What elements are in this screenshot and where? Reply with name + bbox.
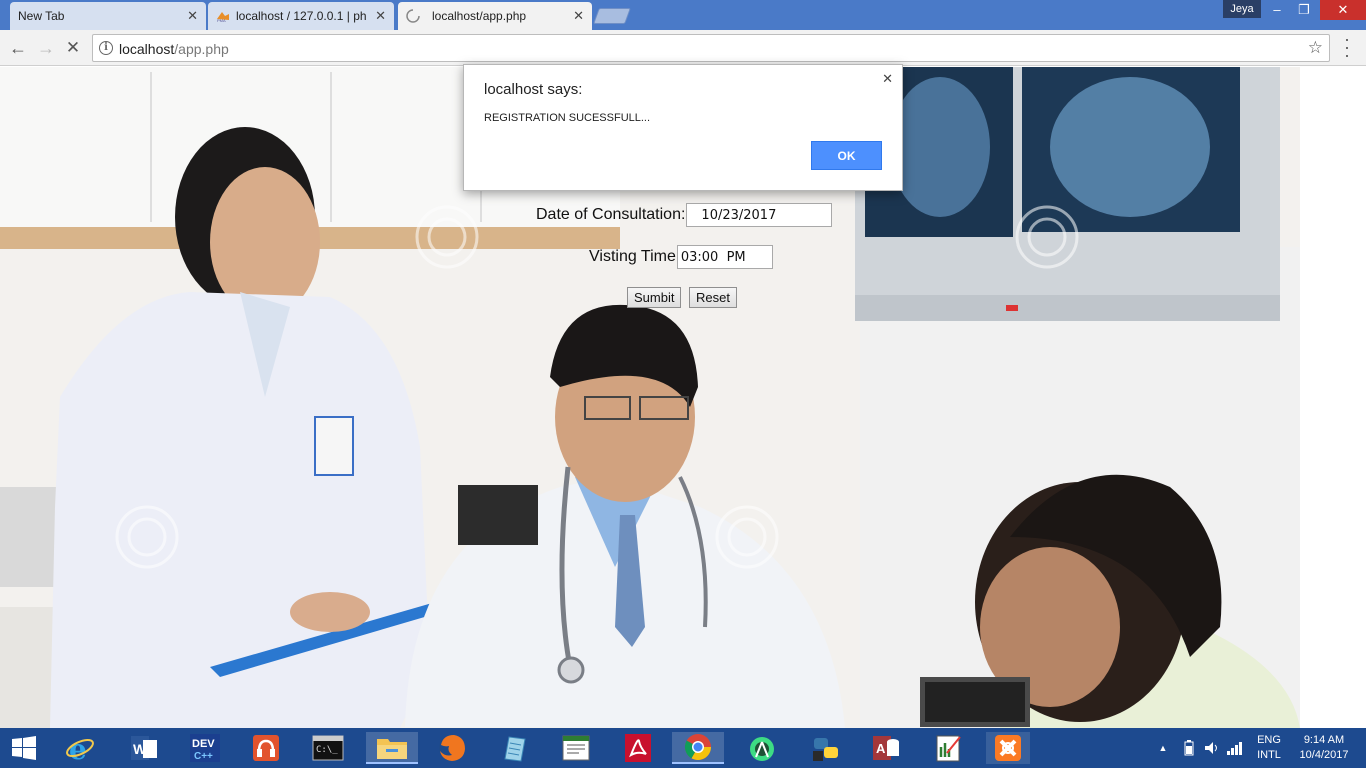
reset-button[interactable]: Reset <box>689 287 737 308</box>
url-path: /app.php <box>174 41 229 57</box>
volume-icon[interactable] <box>1204 728 1220 768</box>
tab-label: localhost/app.php <box>432 9 527 23</box>
tab-label: localhost / 127.0.0.1 | php <box>236 9 366 23</box>
tab-phpmyadmin[interactable]: PMA localhost / 127.0.0.1 | php ✕ <box>208 2 394 30</box>
clock[interactable]: 9:14 AM 10/4/2017 <box>1292 728 1356 768</box>
tab-app-php[interactable]: localhost/app.php ✕ <box>398 2 592 30</box>
back-icon[interactable]: ← <box>6 36 30 60</box>
language-code: ENG <box>1257 734 1281 746</box>
document-viewer-icon[interactable] <box>556 732 596 764</box>
profile-button[interactable]: Jeya <box>1223 0 1261 18</box>
date-of-consultation-input[interactable]: 10/23/2017 <box>686 203 833 227</box>
xampp-icon[interactable] <box>986 732 1030 764</box>
file-explorer-icon[interactable] <box>366 732 418 764</box>
loading-spinner-icon <box>406 9 420 23</box>
close-tab-icon[interactable]: ✕ <box>187 8 198 24</box>
stop-loading-icon[interactable]: ✕ <box>61 36 85 60</box>
svg-text:PMA: PMA <box>217 18 226 23</box>
svg-text:C:\_: C:\_ <box>316 745 338 755</box>
svg-text:C++: C++ <box>194 751 213 762</box>
date-value: 10/23/2017 <box>701 207 777 223</box>
chrome-icon[interactable] <box>672 732 724 764</box>
tab-label: New Tab <box>18 9 65 23</box>
minimize-icon[interactable]: – <box>1266 0 1288 20</box>
visiting-time-row: Visting Time 03:00 PM <box>589 245 773 269</box>
tray-overflow-icon[interactable]: ▲ <box>1156 728 1170 768</box>
dialog-close-icon[interactable]: ✕ <box>882 71 893 87</box>
close-tab-icon[interactable]: ✕ <box>573 8 584 24</box>
acrobat-reader-icon[interactable] <box>618 732 658 764</box>
visiting-time-input[interactable]: 03:00 PM <box>676 245 773 269</box>
dialog-ok-button[interactable]: OK <box>811 141 882 170</box>
network-signal-icon[interactable] <box>1226 728 1244 768</box>
date-of-consultation-label: Date of Consultation: <box>536 206 686 223</box>
clock-date: 10/4/2017 <box>1299 749 1349 761</box>
svg-text:A: A <box>876 741 886 756</box>
restore-icon[interactable]: ❐ <box>1293 0 1315 20</box>
windows-taskbar: e W DEV C++ C:\_ A ▲ ENG INTL 9:14 AM 10… <box>0 728 1366 768</box>
python-icon[interactable] <box>806 732 846 764</box>
time-value: 03:00 PM <box>680 249 746 265</box>
keyboard-layout: INTL <box>1257 749 1281 761</box>
svg-text:e: e <box>69 733 87 763</box>
page-right-margin <box>1300 67 1366 728</box>
date-of-consultation-row: Date of Consultation: 10/23/2017 <box>536 203 833 227</box>
tab-new-tab[interactable]: New Tab ✕ <box>10 2 206 30</box>
music-player-icon[interactable] <box>246 732 286 764</box>
phpmyadmin-icon: PMA <box>217 12 229 23</box>
browser-toolbar: ← → ✕ i localhost/app.php ☆ · · · <box>0 30 1366 66</box>
site-info-icon[interactable]: i <box>99 41 113 55</box>
dialog-title: localhost says: <box>484 81 583 98</box>
start-windows-icon[interactable] <box>4 732 44 764</box>
svg-text:W: W <box>133 741 147 757</box>
battery-icon[interactable] <box>1184 728 1198 768</box>
url-text: localhost/app.php <box>119 41 229 57</box>
close-tab-icon[interactable]: ✕ <box>375 8 386 24</box>
address-bar[interactable]: i localhost/app.php ☆ <box>92 34 1330 62</box>
bookmark-star-icon[interactable]: ☆ <box>1308 38 1323 58</box>
visiting-time-label: Visting Time <box>589 248 676 265</box>
dev-cpp-icon[interactable]: DEV C++ <box>185 732 225 764</box>
url-host: localhost <box>119 41 175 57</box>
access-icon[interactable]: A <box>866 732 906 764</box>
browser-tab-strip: New Tab ✕ PMA localhost / 127.0.0.1 | ph… <box>0 0 1366 30</box>
command-prompt-icon[interactable]: C:\_ <box>308 732 348 764</box>
input-language-indicator[interactable]: ENG INTL <box>1252 728 1286 768</box>
svg-text:DEV: DEV <box>192 738 215 750</box>
android-studio-icon[interactable] <box>742 732 782 764</box>
new-tab-button[interactable] <box>593 8 631 24</box>
word-icon[interactable]: W <box>124 732 164 764</box>
notepad-icon[interactable] <box>494 732 534 764</box>
firefox-icon[interactable] <box>432 732 472 764</box>
alert-dialog: localhost says: ✕ REGISTRATION SUCESSFUL… <box>463 64 903 191</box>
close-window-icon[interactable]: ✕ <box>1320 0 1366 20</box>
project-planner-icon[interactable] <box>928 732 968 764</box>
chrome-menu-icon[interactable]: · · · <box>1342 30 1352 64</box>
clock-time: 9:14 AM <box>1303 734 1345 746</box>
dialog-message: REGISTRATION SUCESSFULL... <box>484 112 651 124</box>
forward-icon[interactable]: → <box>34 36 58 60</box>
internet-explorer-icon[interactable]: e <box>60 732 100 764</box>
submit-button[interactable]: Sumbit <box>627 287 682 308</box>
